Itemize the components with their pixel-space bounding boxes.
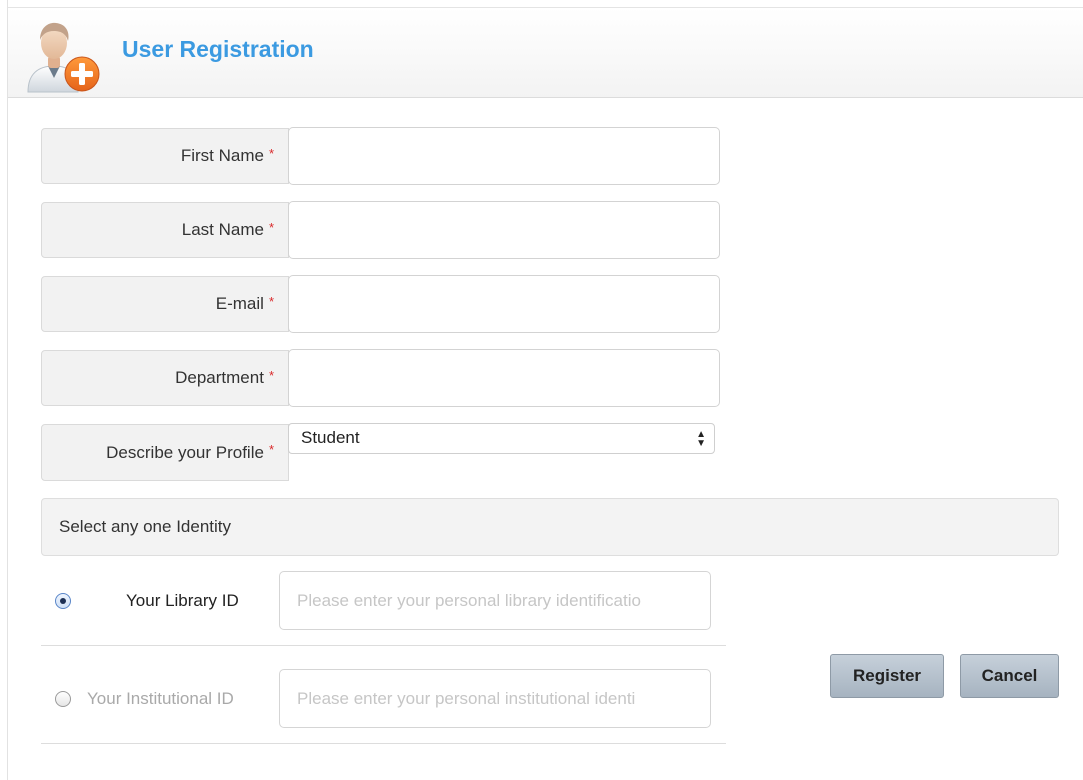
profile-select-value: Student — [301, 428, 360, 447]
institutional-id-radio[interactable] — [55, 691, 71, 707]
email-label: E-mail * — [41, 276, 289, 332]
email-label-text: E-mail — [215, 294, 264, 313]
last-name-label-text: Last Name — [181, 220, 264, 239]
library-id-radio[interactable] — [55, 593, 71, 609]
library-id-input[interactable] — [279, 571, 711, 630]
department-input[interactable] — [288, 349, 720, 407]
required-marker: * — [268, 219, 274, 235]
library-id-label: Your Library ID — [126, 591, 239, 610]
divider — [41, 743, 726, 744]
institutional-id-label: Your Institutional ID — [87, 689, 234, 708]
required-marker: * — [268, 145, 274, 161]
department-label-text: Department — [175, 368, 264, 387]
institutional-id-input[interactable] — [279, 669, 711, 728]
first-name-label: First Name * — [41, 128, 289, 184]
identity-heading: Select any one Identity — [41, 498, 1059, 556]
first-name-label-text: First Name — [180, 146, 264, 165]
required-marker: * — [268, 442, 274, 457]
last-name-label: Last Name * — [41, 202, 289, 258]
divider — [41, 645, 726, 646]
profile-label: Describe your Profile * — [41, 424, 289, 481]
required-marker: * — [268, 293, 274, 309]
cancel-button[interactable]: Cancel — [960, 654, 1059, 698]
required-marker: * — [268, 367, 274, 383]
profile-select[interactable]: Student ▲ ▼ — [288, 423, 715, 454]
first-name-input[interactable] — [288, 127, 720, 185]
department-label: Department * — [41, 350, 289, 406]
add-user-icon — [27, 22, 100, 93]
profile-label-text: Describe your Profile — [106, 442, 264, 462]
identity-heading-text: Select any one Identity — [59, 517, 232, 536]
frame-border — [7, 0, 8, 780]
select-arrows-icon: ▲ ▼ — [696, 429, 706, 449]
register-button[interactable]: Register — [830, 654, 944, 698]
last-name-input[interactable] — [288, 201, 720, 259]
page-header: User Registration — [8, 7, 1083, 98]
email-input[interactable] — [288, 275, 720, 333]
page-title: User Registration — [122, 36, 314, 62]
